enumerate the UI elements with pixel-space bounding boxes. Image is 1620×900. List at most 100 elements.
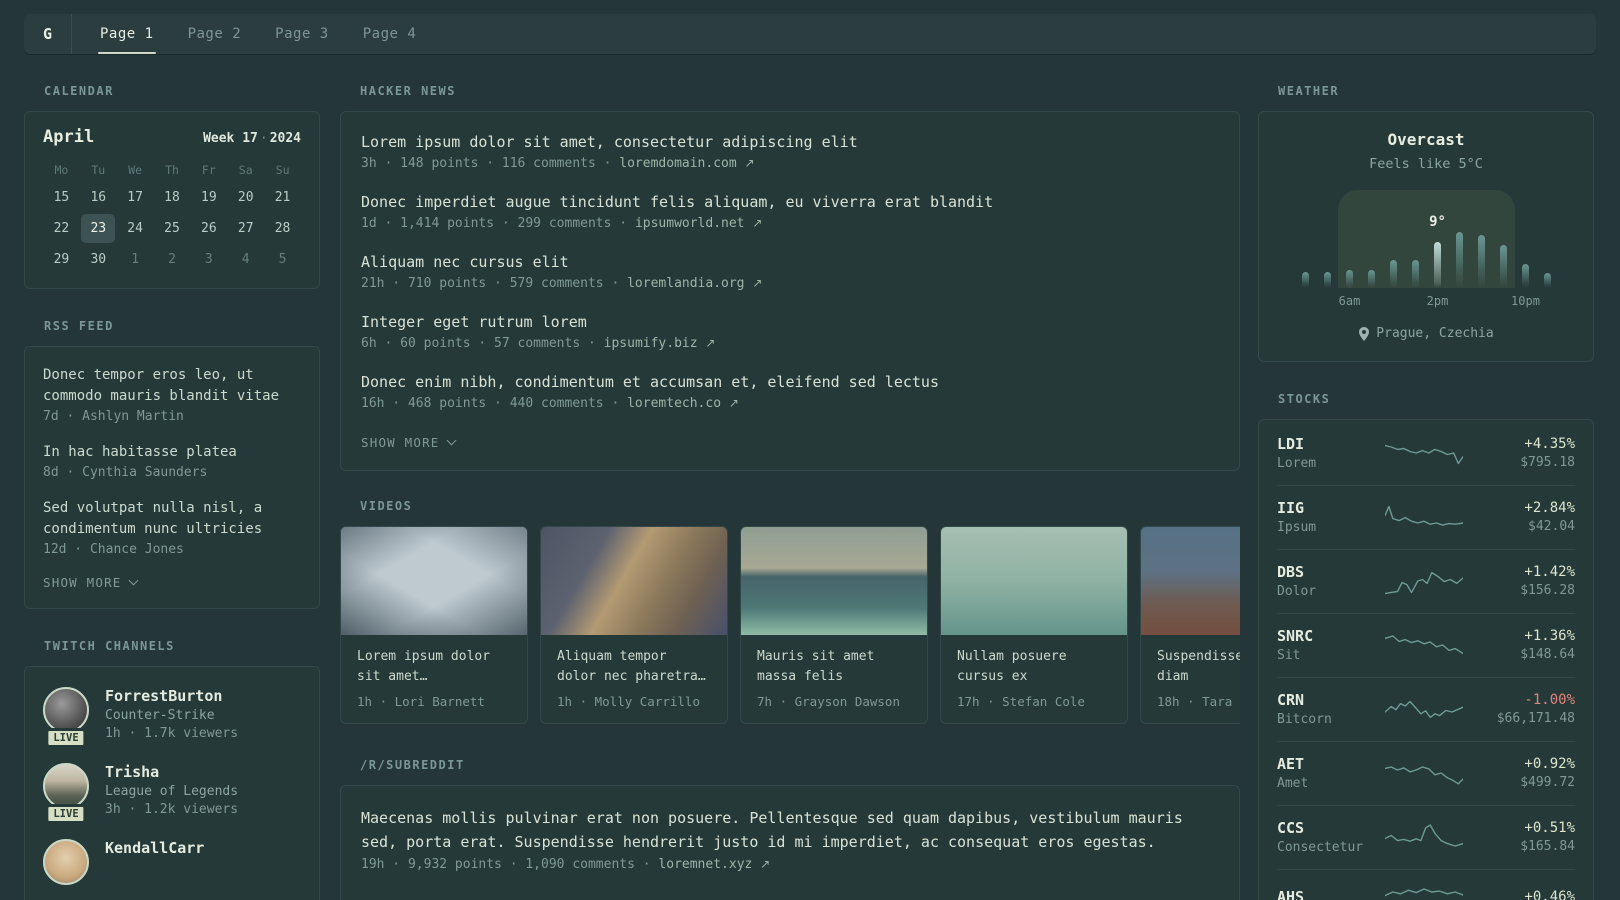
stock-name: Amet [1277,776,1309,791]
logo-letter: G [42,25,53,43]
twitch-card: LIVE ForrestBurton Counter-Strike 1h · 1… [24,666,320,900]
rss-item-title[interactable]: Sed volutpat nulla nisl, a condimentum n… [43,498,301,540]
videos-widget: VIDEOS Lorem ipsum dolor sit amet consec… [340,499,1240,724]
twitch-channel-row[interactable]: KendallCarr [43,839,301,885]
stock-row[interactable]: AHS +0.46% [1277,869,1575,900]
calendar-day: 29 [53,252,70,267]
dot-separator: · [259,131,268,146]
hackernews-domain-link[interactable]: loremlandia.org [627,276,744,291]
avatar [43,839,89,885]
channel-name: Trisha [105,763,160,781]
chevron-down-icon [128,575,138,586]
weather-location: Prague, Czechia [1277,326,1575,341]
twitch-channel-row[interactable]: LIVE ForrestBurton Counter-Strike 1h · 1… [43,687,301,748]
hackernews-title[interactable]: Donec imperdiet augue tincidunt felis al… [361,192,1219,213]
hackernews-title[interactable]: Aliquam nec cursus elit [361,252,1219,273]
subreddit-post-title[interactable]: Maecenas mollis pulvinar erat non posuer… [361,806,1219,854]
stock-name: Sit [1277,648,1301,663]
channel-info: Trisha League of Legends 3h · 1.2k viewe… [105,763,238,817]
channel-meta: 1h · 1.7k viewers [105,726,239,741]
rss-item-title[interactable]: In hac habitasse platea [43,442,301,463]
hackernews-domain-link[interactable]: ipsumworld.net [635,216,745,231]
calendar-year: 2024 [269,131,301,146]
tab-page-4[interactable]: Page 4 [361,14,419,54]
video-body: Mauris sit amet massa felis 7h · Grayson… [741,635,927,723]
avatar-wrap: LIVE [43,687,89,748]
twitch-channel-row[interactable]: LIVE Trisha League of Legends 3h · 1.2k … [43,763,301,824]
tab-page-3[interactable]: Page 3 [273,14,331,54]
subreddit-section-label: /R/SUBREDDIT [360,758,465,772]
stock-values: -1.00% $66,171.48 [1463,692,1575,726]
calendar-day: 20 [237,190,254,205]
videos-section-label: VIDEOS [360,499,413,513]
hackernews-domain-link[interactable]: ipsumify.biz [604,336,698,351]
stock-row[interactable]: AET Amet +0.92% $499.72 [1277,741,1575,805]
stock-sparkline [1385,630,1463,660]
twitch-section-label: TWITCH CHANNELS [44,639,175,653]
hackernews-domain-link[interactable]: loremdomain.com [619,156,736,171]
video-thumbnail[interactable] [941,527,1127,635]
calendar-day: 27 [237,221,254,236]
tab-page-2[interactable]: Page 2 [186,14,244,54]
stock-values: +2.84% $42.04 [1463,500,1575,534]
channel-game: League of Legends [105,784,239,799]
middle-column: HACKER NEWS Lorem ipsum dolor sit amet, … [340,84,1240,900]
stock-change: +1.42% [1524,564,1575,580]
stock-row[interactable]: LDI Lorem +4.35% $795.18 [1277,422,1575,485]
video-meta: 1h · Lori Barnett [357,694,485,709]
avatar-wrap [43,839,89,885]
video-thumbnail[interactable] [541,527,727,635]
rss-item: Donec tempor eros leo, ut commodo mauris… [43,365,301,424]
video-title[interactable]: Aliquam tempor dolor nec pharetra… [557,647,711,687]
stock-ticker: DBS [1277,563,1305,581]
video-title[interactable]: Suspendisse diam [1157,647,1240,687]
stock-row[interactable]: CRN Bitcorn -1.00% $66,171.48 [1277,677,1575,741]
weather-bar [1433,242,1441,288]
external-link-icon: ↗ [728,396,739,410]
weather-peak-temperature: 9° [1429,214,1446,230]
stock-sparkline [1385,566,1463,596]
stock-ticker: AHS [1277,887,1305,900]
weather-section-label: WEATHER [1278,84,1340,98]
video-thumbnail[interactable] [741,527,927,635]
tab-page-1[interactable]: Page 1 [98,14,156,54]
stock-row[interactable]: SNRC Sit +1.36% $148.64 [1277,613,1575,677]
stock-ticker: SNRC [1277,627,1314,645]
hackernews-show-more-button[interactable]: SHOW MORE [361,435,1219,450]
subreddit-domain-link[interactable]: loremnet.xyz [658,857,752,872]
hackernews-title[interactable]: Integer eget rutrum lorem [361,312,1219,333]
weather-location-text: Prague, Czechia [1376,326,1494,341]
calendar-widget: CALENDAR April Week 17 · 2024 Mo Tu We Th Fr Sa… [24,84,320,289]
rss-item-title[interactable]: Donec tempor eros leo, ut commodo mauris… [43,365,301,407]
subreddit-post-meta: 19h · 9,932 points · 1,090 comments · lo… [361,857,1219,872]
calendar-day: 19 [201,190,217,205]
stock-sparkline [1385,694,1463,724]
stock-ticker: IIG [1277,499,1305,517]
rss-show-more-button[interactable]: SHOW MORE [43,575,301,590]
video-thumbnail[interactable] [341,527,527,635]
stock-row[interactable]: IIG Ipsum +2.84% $42.04 [1277,485,1575,549]
video-thumbnail[interactable] [1141,527,1240,635]
hackernews-domain-link[interactable]: loremtech.co [627,396,721,411]
video-title[interactable]: Lorem ipsum dolor sit amet consectetu… [357,647,511,687]
channel-info: ForrestBurton Counter-Strike 1h · 1.7k v… [105,687,238,741]
stock-row[interactable]: CCS Consectetur +0.51% $165.84 [1277,805,1575,869]
stock-row[interactable]: DBS Dolor +1.42% $156.28 [1277,549,1575,613]
stock-name: Bitcorn [1277,712,1332,727]
video-card: Nullam posuere cursus ex 17h · Stefan Co… [940,526,1128,724]
video-card: Suspendisse diam 18h · Tara [1140,526,1240,724]
video-meta: 17h · Stefan Cole [957,694,1085,709]
rss-item: Sed volutpat nulla nisl, a condimentum n… [43,498,301,557]
hackernews-title[interactable]: Donec enim nibh, condimentum et accumsan… [361,372,1219,393]
hackernews-title[interactable]: Lorem ipsum dolor sit amet, consectetur … [361,132,1219,153]
rss-widget: RSS FEED Donec tempor eros leo, ut commo… [24,319,320,609]
calendar-day: 22 [53,221,70,236]
video-title[interactable]: Mauris sit amet massa felis [757,647,911,687]
calendar-day: 21 [274,190,291,205]
twitch-widget: TWITCH CHANNELS LIVE ForrestBurton Count… [24,639,320,900]
stock-change: +0.92% [1524,756,1575,772]
stock-sparkline [1385,822,1463,852]
video-title[interactable]: Nullam posuere cursus ex [957,647,1111,687]
rss-card: Donec tempor eros leo, ut commodo mauris… [24,346,320,609]
chevron-down-icon [446,435,456,446]
